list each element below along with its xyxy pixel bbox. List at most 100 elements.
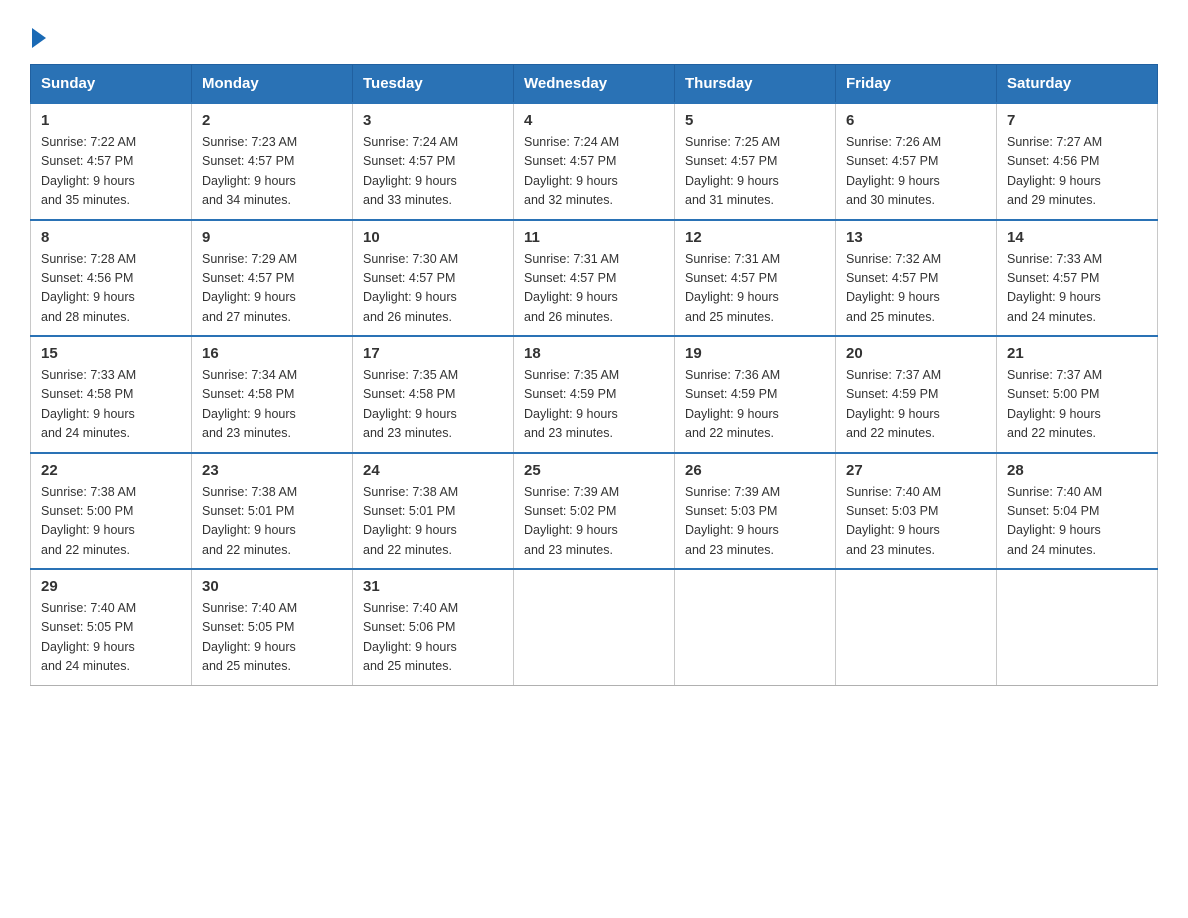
calendar-cell: 8 Sunrise: 7:28 AMSunset: 4:56 PMDayligh… — [31, 220, 192, 337]
day-number: 27 — [846, 462, 986, 479]
day-info: Sunrise: 7:34 AMSunset: 4:58 PMDaylight:… — [202, 368, 297, 440]
calendar-cell: 14 Sunrise: 7:33 AMSunset: 4:57 PMDaylig… — [997, 220, 1158, 337]
day-number: 28 — [1007, 462, 1147, 479]
day-info: Sunrise: 7:35 AMSunset: 4:58 PMDaylight:… — [363, 368, 458, 440]
day-number: 6 — [846, 112, 986, 129]
day-number: 25 — [524, 462, 664, 479]
col-header-friday: Friday — [836, 65, 997, 104]
calendar-cell: 11 Sunrise: 7:31 AMSunset: 4:57 PMDaylig… — [514, 220, 675, 337]
calendar-cell: 2 Sunrise: 7:23 AMSunset: 4:57 PMDayligh… — [192, 103, 353, 220]
col-header-saturday: Saturday — [997, 65, 1158, 104]
week-row-1: 1 Sunrise: 7:22 AMSunset: 4:57 PMDayligh… — [31, 103, 1158, 220]
day-info: Sunrise: 7:30 AMSunset: 4:57 PMDaylight:… — [363, 252, 458, 324]
calendar-cell: 12 Sunrise: 7:31 AMSunset: 4:57 PMDaylig… — [675, 220, 836, 337]
week-row-4: 22 Sunrise: 7:38 AMSunset: 5:00 PMDaylig… — [31, 453, 1158, 570]
day-info: Sunrise: 7:27 AMSunset: 4:56 PMDaylight:… — [1007, 135, 1102, 207]
day-number: 12 — [685, 229, 825, 246]
day-info: Sunrise: 7:38 AMSunset: 5:01 PMDaylight:… — [202, 485, 297, 557]
calendar-cell: 5 Sunrise: 7:25 AMSunset: 4:57 PMDayligh… — [675, 103, 836, 220]
week-row-5: 29 Sunrise: 7:40 AMSunset: 5:05 PMDaylig… — [31, 569, 1158, 685]
calendar-cell: 10 Sunrise: 7:30 AMSunset: 4:57 PMDaylig… — [353, 220, 514, 337]
day-info: Sunrise: 7:33 AMSunset: 4:57 PMDaylight:… — [1007, 252, 1102, 324]
col-header-sunday: Sunday — [31, 65, 192, 104]
day-number: 9 — [202, 229, 342, 246]
day-number: 4 — [524, 112, 664, 129]
calendar-cell: 13 Sunrise: 7:32 AMSunset: 4:57 PMDaylig… — [836, 220, 997, 337]
day-info: Sunrise: 7:24 AMSunset: 4:57 PMDaylight:… — [363, 135, 458, 207]
day-number: 3 — [363, 112, 503, 129]
calendar-cell: 22 Sunrise: 7:38 AMSunset: 5:00 PMDaylig… — [31, 453, 192, 570]
calendar-cell: 19 Sunrise: 7:36 AMSunset: 4:59 PMDaylig… — [675, 336, 836, 453]
day-number: 23 — [202, 462, 342, 479]
day-info: Sunrise: 7:40 AMSunset: 5:03 PMDaylight:… — [846, 485, 941, 557]
day-info: Sunrise: 7:36 AMSunset: 4:59 PMDaylight:… — [685, 368, 780, 440]
calendar-cell: 26 Sunrise: 7:39 AMSunset: 5:03 PMDaylig… — [675, 453, 836, 570]
day-number: 21 — [1007, 345, 1147, 362]
calendar-cell: 16 Sunrise: 7:34 AMSunset: 4:58 PMDaylig… — [192, 336, 353, 453]
calendar-cell — [675, 569, 836, 685]
calendar-cell: 30 Sunrise: 7:40 AMSunset: 5:05 PMDaylig… — [192, 569, 353, 685]
calendar-cell: 20 Sunrise: 7:37 AMSunset: 4:59 PMDaylig… — [836, 336, 997, 453]
day-number: 7 — [1007, 112, 1147, 129]
calendar-cell: 17 Sunrise: 7:35 AMSunset: 4:58 PMDaylig… — [353, 336, 514, 453]
day-info: Sunrise: 7:40 AMSunset: 5:05 PMDaylight:… — [202, 601, 297, 673]
day-info: Sunrise: 7:26 AMSunset: 4:57 PMDaylight:… — [846, 135, 941, 207]
calendar-cell: 15 Sunrise: 7:33 AMSunset: 4:58 PMDaylig… — [31, 336, 192, 453]
calendar-cell: 21 Sunrise: 7:37 AMSunset: 5:00 PMDaylig… — [997, 336, 1158, 453]
calendar-cell: 27 Sunrise: 7:40 AMSunset: 5:03 PMDaylig… — [836, 453, 997, 570]
col-header-monday: Monday — [192, 65, 353, 104]
col-header-wednesday: Wednesday — [514, 65, 675, 104]
day-info: Sunrise: 7:40 AMSunset: 5:06 PMDaylight:… — [363, 601, 458, 673]
day-number: 2 — [202, 112, 342, 129]
calendar-cell: 6 Sunrise: 7:26 AMSunset: 4:57 PMDayligh… — [836, 103, 997, 220]
col-header-tuesday: Tuesday — [353, 65, 514, 104]
day-number: 20 — [846, 345, 986, 362]
calendar-cell — [514, 569, 675, 685]
day-info: Sunrise: 7:35 AMSunset: 4:59 PMDaylight:… — [524, 368, 619, 440]
day-info: Sunrise: 7:40 AMSunset: 5:04 PMDaylight:… — [1007, 485, 1102, 557]
calendar-cell: 7 Sunrise: 7:27 AMSunset: 4:56 PMDayligh… — [997, 103, 1158, 220]
day-number: 22 — [41, 462, 181, 479]
day-number: 24 — [363, 462, 503, 479]
calendar-cell: 29 Sunrise: 7:40 AMSunset: 5:05 PMDaylig… — [31, 569, 192, 685]
calendar-cell: 28 Sunrise: 7:40 AMSunset: 5:04 PMDaylig… — [997, 453, 1158, 570]
day-info: Sunrise: 7:28 AMSunset: 4:56 PMDaylight:… — [41, 252, 136, 324]
day-info: Sunrise: 7:29 AMSunset: 4:57 PMDaylight:… — [202, 252, 297, 324]
day-number: 30 — [202, 578, 342, 595]
day-number: 5 — [685, 112, 825, 129]
day-info: Sunrise: 7:24 AMSunset: 4:57 PMDaylight:… — [524, 135, 619, 207]
week-row-2: 8 Sunrise: 7:28 AMSunset: 4:56 PMDayligh… — [31, 220, 1158, 337]
calendar-cell: 4 Sunrise: 7:24 AMSunset: 4:57 PMDayligh… — [514, 103, 675, 220]
day-number: 29 — [41, 578, 181, 595]
calendar-header-row: SundayMondayTuesdayWednesdayThursdayFrid… — [31, 65, 1158, 104]
day-info: Sunrise: 7:31 AMSunset: 4:57 PMDaylight:… — [685, 252, 780, 324]
calendar-cell: 25 Sunrise: 7:39 AMSunset: 5:02 PMDaylig… — [514, 453, 675, 570]
day-info: Sunrise: 7:37 AMSunset: 4:59 PMDaylight:… — [846, 368, 941, 440]
calendar-cell: 9 Sunrise: 7:29 AMSunset: 4:57 PMDayligh… — [192, 220, 353, 337]
day-number: 10 — [363, 229, 503, 246]
day-number: 31 — [363, 578, 503, 595]
calendar-cell: 31 Sunrise: 7:40 AMSunset: 5:06 PMDaylig… — [353, 569, 514, 685]
day-number: 19 — [685, 345, 825, 362]
logo — [30, 28, 46, 46]
day-number: 11 — [524, 229, 664, 246]
day-number: 15 — [41, 345, 181, 362]
day-info: Sunrise: 7:40 AMSunset: 5:05 PMDaylight:… — [41, 601, 136, 673]
day-info: Sunrise: 7:25 AMSunset: 4:57 PMDaylight:… — [685, 135, 780, 207]
calendar-cell: 18 Sunrise: 7:35 AMSunset: 4:59 PMDaylig… — [514, 336, 675, 453]
day-number: 13 — [846, 229, 986, 246]
calendar-cell: 1 Sunrise: 7:22 AMSunset: 4:57 PMDayligh… — [31, 103, 192, 220]
calendar-table: SundayMondayTuesdayWednesdayThursdayFrid… — [30, 64, 1158, 686]
day-number: 18 — [524, 345, 664, 362]
day-info: Sunrise: 7:31 AMSunset: 4:57 PMDaylight:… — [524, 252, 619, 324]
day-info: Sunrise: 7:38 AMSunset: 5:01 PMDaylight:… — [363, 485, 458, 557]
day-info: Sunrise: 7:37 AMSunset: 5:00 PMDaylight:… — [1007, 368, 1102, 440]
calendar-cell — [997, 569, 1158, 685]
col-header-thursday: Thursday — [675, 65, 836, 104]
day-info: Sunrise: 7:39 AMSunset: 5:03 PMDaylight:… — [685, 485, 780, 557]
day-number: 1 — [41, 112, 181, 129]
page-header — [30, 20, 1158, 46]
day-info: Sunrise: 7:23 AMSunset: 4:57 PMDaylight:… — [202, 135, 297, 207]
calendar-cell: 23 Sunrise: 7:38 AMSunset: 5:01 PMDaylig… — [192, 453, 353, 570]
day-info: Sunrise: 7:38 AMSunset: 5:00 PMDaylight:… — [41, 485, 136, 557]
